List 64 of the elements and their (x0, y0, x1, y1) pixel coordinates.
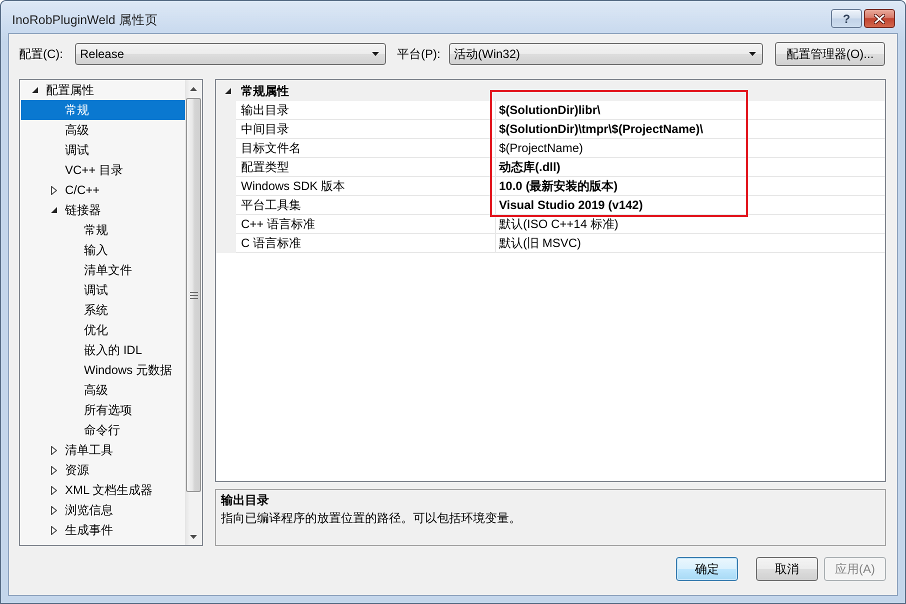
tree-item[interactable]: 清单文件 (21, 260, 185, 280)
property-name[interactable]: C 语言标准 (236, 234, 496, 253)
triangle-down-icon[interactable] (51, 207, 57, 213)
tree-item[interactable]: 输入 (21, 240, 185, 260)
tree-item[interactable]: VC++ 目录 (21, 160, 185, 180)
triangle-right-icon[interactable] (51, 466, 57, 474)
tree-item[interactable]: 资源 (21, 460, 185, 480)
tree-item[interactable]: XML 文档生成器 (21, 480, 185, 500)
tree-item[interactable]: 生成事件 (21, 520, 185, 540)
tree-item[interactable]: 嵌入的 IDL (21, 340, 185, 360)
tree-item[interactable]: C/C++ (21, 180, 185, 200)
property-name[interactable]: 中间目录 (236, 120, 496, 139)
tree-item[interactable]: 高级 (21, 120, 185, 140)
field-label: 配置(C): (19, 46, 64, 62)
triangle-down-icon[interactable] (32, 87, 38, 93)
tree-item[interactable]: 常规 (21, 220, 185, 240)
triangle-down-icon[interactable] (225, 88, 231, 94)
tree-item[interactable]: 清单工具 (21, 440, 185, 460)
property-value[interactable]: 默认(旧 MSVC) (496, 234, 885, 253)
close-button[interactable] (864, 9, 895, 28)
tree-item[interactable]: 调试 (21, 140, 185, 160)
property-name[interactable]: 配置类型 (236, 158, 496, 177)
tree-item[interactable]: 调试 (21, 280, 185, 300)
arrow-up-icon[interactable] (190, 86, 197, 90)
tree-item[interactable]: Windows 元数据 (21, 360, 185, 380)
description-title: 输出目录 (221, 492, 270, 509)
property-name[interactable]: C++ 语言标准 (236, 215, 496, 234)
tree-item[interactable]: 配置属性 (21, 80, 185, 100)
caret-down-icon (372, 52, 379, 56)
property-value[interactable]: 动态库(.dll) (496, 158, 885, 177)
close-icon (874, 14, 885, 24)
tree-item[interactable]: 浏览信息 (21, 500, 185, 520)
grip-icon (190, 292, 198, 298)
triangle-right-icon[interactable] (51, 526, 57, 534)
property-name[interactable]: 输出目录 (236, 101, 496, 120)
tree-item[interactable]: 链接器 (21, 200, 185, 220)
help-button[interactable]: ? (831, 9, 862, 28)
window-title: InoRobPluginWeld 属性页 (12, 13, 158, 27)
property-name[interactable]: Windows SDK 版本 (236, 177, 496, 196)
property-name[interactable]: 目标文件名 (236, 139, 496, 158)
triangle-right-icon[interactable] (51, 446, 57, 454)
configuration-manager-button[interactable]: 配置管理器(O)... (775, 42, 885, 66)
triangle-right-icon[interactable] (51, 486, 57, 494)
property-name[interactable]: 平台工具集 (236, 196, 496, 215)
platform-dropdown[interactable]: 活动(Win32) (449, 43, 763, 65)
tree-item[interactable]: 优化 (21, 320, 185, 340)
tree-item[interactable]: 常规 (21, 100, 185, 120)
property-value[interactable]: 默认(ISO C++14 标准) (496, 215, 885, 234)
triangle-right-icon[interactable] (51, 186, 57, 194)
tree-item[interactable]: 命令行 (21, 420, 185, 440)
tree-item[interactable]: 系统 (21, 300, 185, 320)
field-label: 平台(P): (397, 46, 442, 62)
property-value[interactable]: 10.0 (最新安装的版本) (496, 177, 885, 196)
scrollbar-thumb[interactable] (186, 98, 201, 492)
caret-down-icon (749, 52, 756, 56)
triangle-right-icon[interactable] (51, 506, 57, 514)
configuration-dropdown[interactable]: Release (75, 43, 386, 65)
dialog-button[interactable]: 取消 (756, 557, 818, 581)
tree-item[interactable]: 所有选项 (21, 400, 185, 420)
description-text: 指向已编译程序的放置位置的路径。可以包括环境变量。 (221, 510, 522, 527)
tree-item[interactable]: 高级 (21, 380, 185, 400)
arrow-down-icon[interactable] (190, 534, 197, 538)
category-header[interactable]: 常规属性 (216, 80, 885, 101)
dialog-button[interactable]: 确定 (676, 557, 738, 581)
